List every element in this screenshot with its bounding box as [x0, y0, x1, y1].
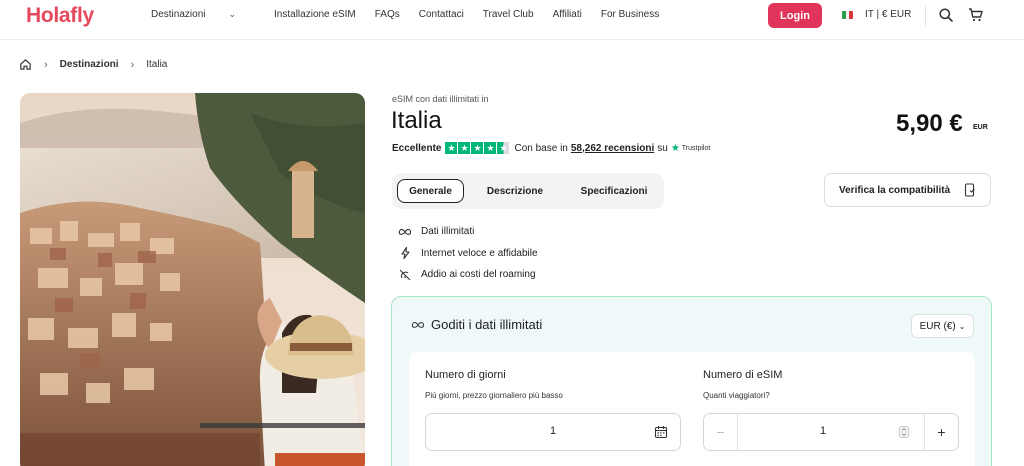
italy-flag-icon — [842, 10, 853, 19]
nav-destinazioni[interactable]: Destinazioni ⌄ — [151, 9, 255, 20]
destination-photo — [20, 93, 365, 466]
infinity-icon — [411, 317, 425, 332]
nav-affiliati[interactable]: Affiliati — [553, 9, 582, 20]
tab-generale[interactable]: Generale — [397, 179, 464, 203]
feature-label: Dati illimitati — [421, 226, 475, 238]
main-nav: Destinazioni ⌄ Installazione eSIM FAQs Co… — [151, 9, 678, 20]
trustpilot-star-icon: ★ — [670, 142, 680, 154]
chevron-right-icon: › — [44, 58, 48, 71]
breadcrumb-destinazioni[interactable]: Destinazioni — [60, 59, 119, 70]
product-subtitle: eSIM con dati illimitati in — [392, 94, 489, 104]
plan-options-card: Numero di giorni Più giorni, prezzo gior… — [409, 352, 975, 466]
calendar-icon[interactable] — [654, 425, 668, 439]
nav-for-business[interactable]: For Business — [601, 9, 659, 20]
price-currency: EUR — [973, 124, 988, 131]
chevron-down-icon: ⌄ — [228, 9, 237, 19]
tab-specificazioni[interactable]: Specificazioni — [570, 179, 658, 203]
tab-descrizione[interactable]: Descrizione — [478, 179, 552, 203]
esims-label: Numero di eSIM — [703, 369, 783, 381]
nav-destinazioni-label: Destinazioni — [151, 9, 206, 20]
locale-label: IT | € EUR — [865, 9, 912, 20]
rating-based-on: Con base in — [514, 142, 568, 154]
infinity-icon — [398, 225, 412, 239]
spinner-arrows-icon[interactable] — [899, 426, 909, 438]
feature-list: Dati illimitati Internet veloce e affida… — [398, 221, 538, 286]
top-header: Holafly Destinazioni ⌄ Installazione eSIM… — [0, 0, 1024, 40]
search-icon[interactable] — [938, 7, 954, 23]
plan-header-label: Goditi i dati illimitati — [431, 317, 543, 332]
star-icon: ★ — [471, 142, 484, 154]
chevron-right-icon: › — [130, 58, 135, 71]
breadcrumb: › Destinazioni › Italia — [19, 58, 167, 71]
plus-button[interactable]: + — [924, 414, 958, 450]
compatibility-label: Verifica la compatibilità — [839, 184, 951, 196]
feature-label: Internet veloce e affidabile — [421, 247, 538, 259]
days-label: Numero di giorni — [425, 369, 506, 381]
header-divider — [925, 6, 926, 26]
cart-icon[interactable] — [968, 7, 984, 23]
feature-item: Addio ai costi del roaming — [398, 264, 538, 286]
days-input[interactable]: 1 — [425, 413, 681, 451]
feature-item: Internet veloce e affidabile — [398, 243, 538, 265]
breadcrumb-italia: Italia — [146, 59, 168, 70]
nav-installazione[interactable]: Installazione eSIM — [274, 9, 356, 20]
star-icon: ★ — [484, 142, 497, 154]
no-roaming-icon — [398, 268, 412, 282]
home-icon[interactable] — [19, 58, 32, 71]
product-tabs: Generale Descrizione Specificazioni — [392, 173, 664, 209]
esims-stepper: − 1 + — [703, 413, 959, 451]
login-button[interactable]: Login — [768, 3, 822, 28]
compatibility-button[interactable]: Verifica la compatibilità — [824, 173, 991, 207]
plan-configurator: Goditi i dati illimitati EUR (€) ⌄ Numero… — [391, 296, 992, 466]
nav-faqs[interactable]: FAQs — [375, 9, 400, 20]
days-value: 1 — [550, 425, 557, 437]
locale-selector[interactable]: IT | € EUR — [842, 9, 911, 20]
holafly-logo[interactable]: Holafly — [26, 4, 94, 28]
product-title: Italia — [391, 107, 442, 134]
star-icon: ★ — [458, 142, 471, 154]
rating-on: su — [657, 142, 668, 154]
bolt-icon — [398, 246, 412, 260]
nav-travel-club[interactable]: Travel Club — [483, 9, 534, 20]
trustpilot-label: Trustpilot — [681, 144, 711, 152]
product-price: 5,90 € — [896, 110, 963, 137]
plan-header: Goditi i dati illimitati — [411, 317, 542, 332]
rating-label: Eccellente — [392, 142, 442, 154]
currency-select[interactable]: EUR (€) ⌄ — [911, 314, 974, 338]
feature-label: Addio ai costi del roaming — [421, 269, 536, 281]
half-star-icon: ★ — [497, 142, 510, 154]
esims-hint: Quanti viaggiatori? — [703, 391, 770, 400]
nav-contattaci[interactable]: Contattaci — [419, 9, 464, 20]
chevron-down-icon: ⌄ — [958, 321, 966, 331]
rating-stars: ★ ★ ★ ★ ★ — [445, 142, 510, 154]
feature-item: Dati illimitati — [398, 221, 538, 243]
esims-value[interactable]: 1 — [820, 425, 826, 437]
days-hint: Più giorni, prezzo giornaliero più basso — [425, 391, 563, 400]
currency-select-label: EUR (€) — [919, 320, 956, 332]
reviews-link[interactable]: 58,262 recensioni — [571, 143, 654, 154]
trustpilot-rating: Eccellente ★ ★ ★ ★ ★ Con base in 58,262 … — [392, 142, 710, 154]
star-icon: ★ — [445, 142, 458, 154]
device-check-icon — [964, 183, 975, 197]
minus-button[interactable]: − — [704, 414, 738, 450]
trustpilot-logo: ★ Trustpilot — [671, 143, 711, 154]
